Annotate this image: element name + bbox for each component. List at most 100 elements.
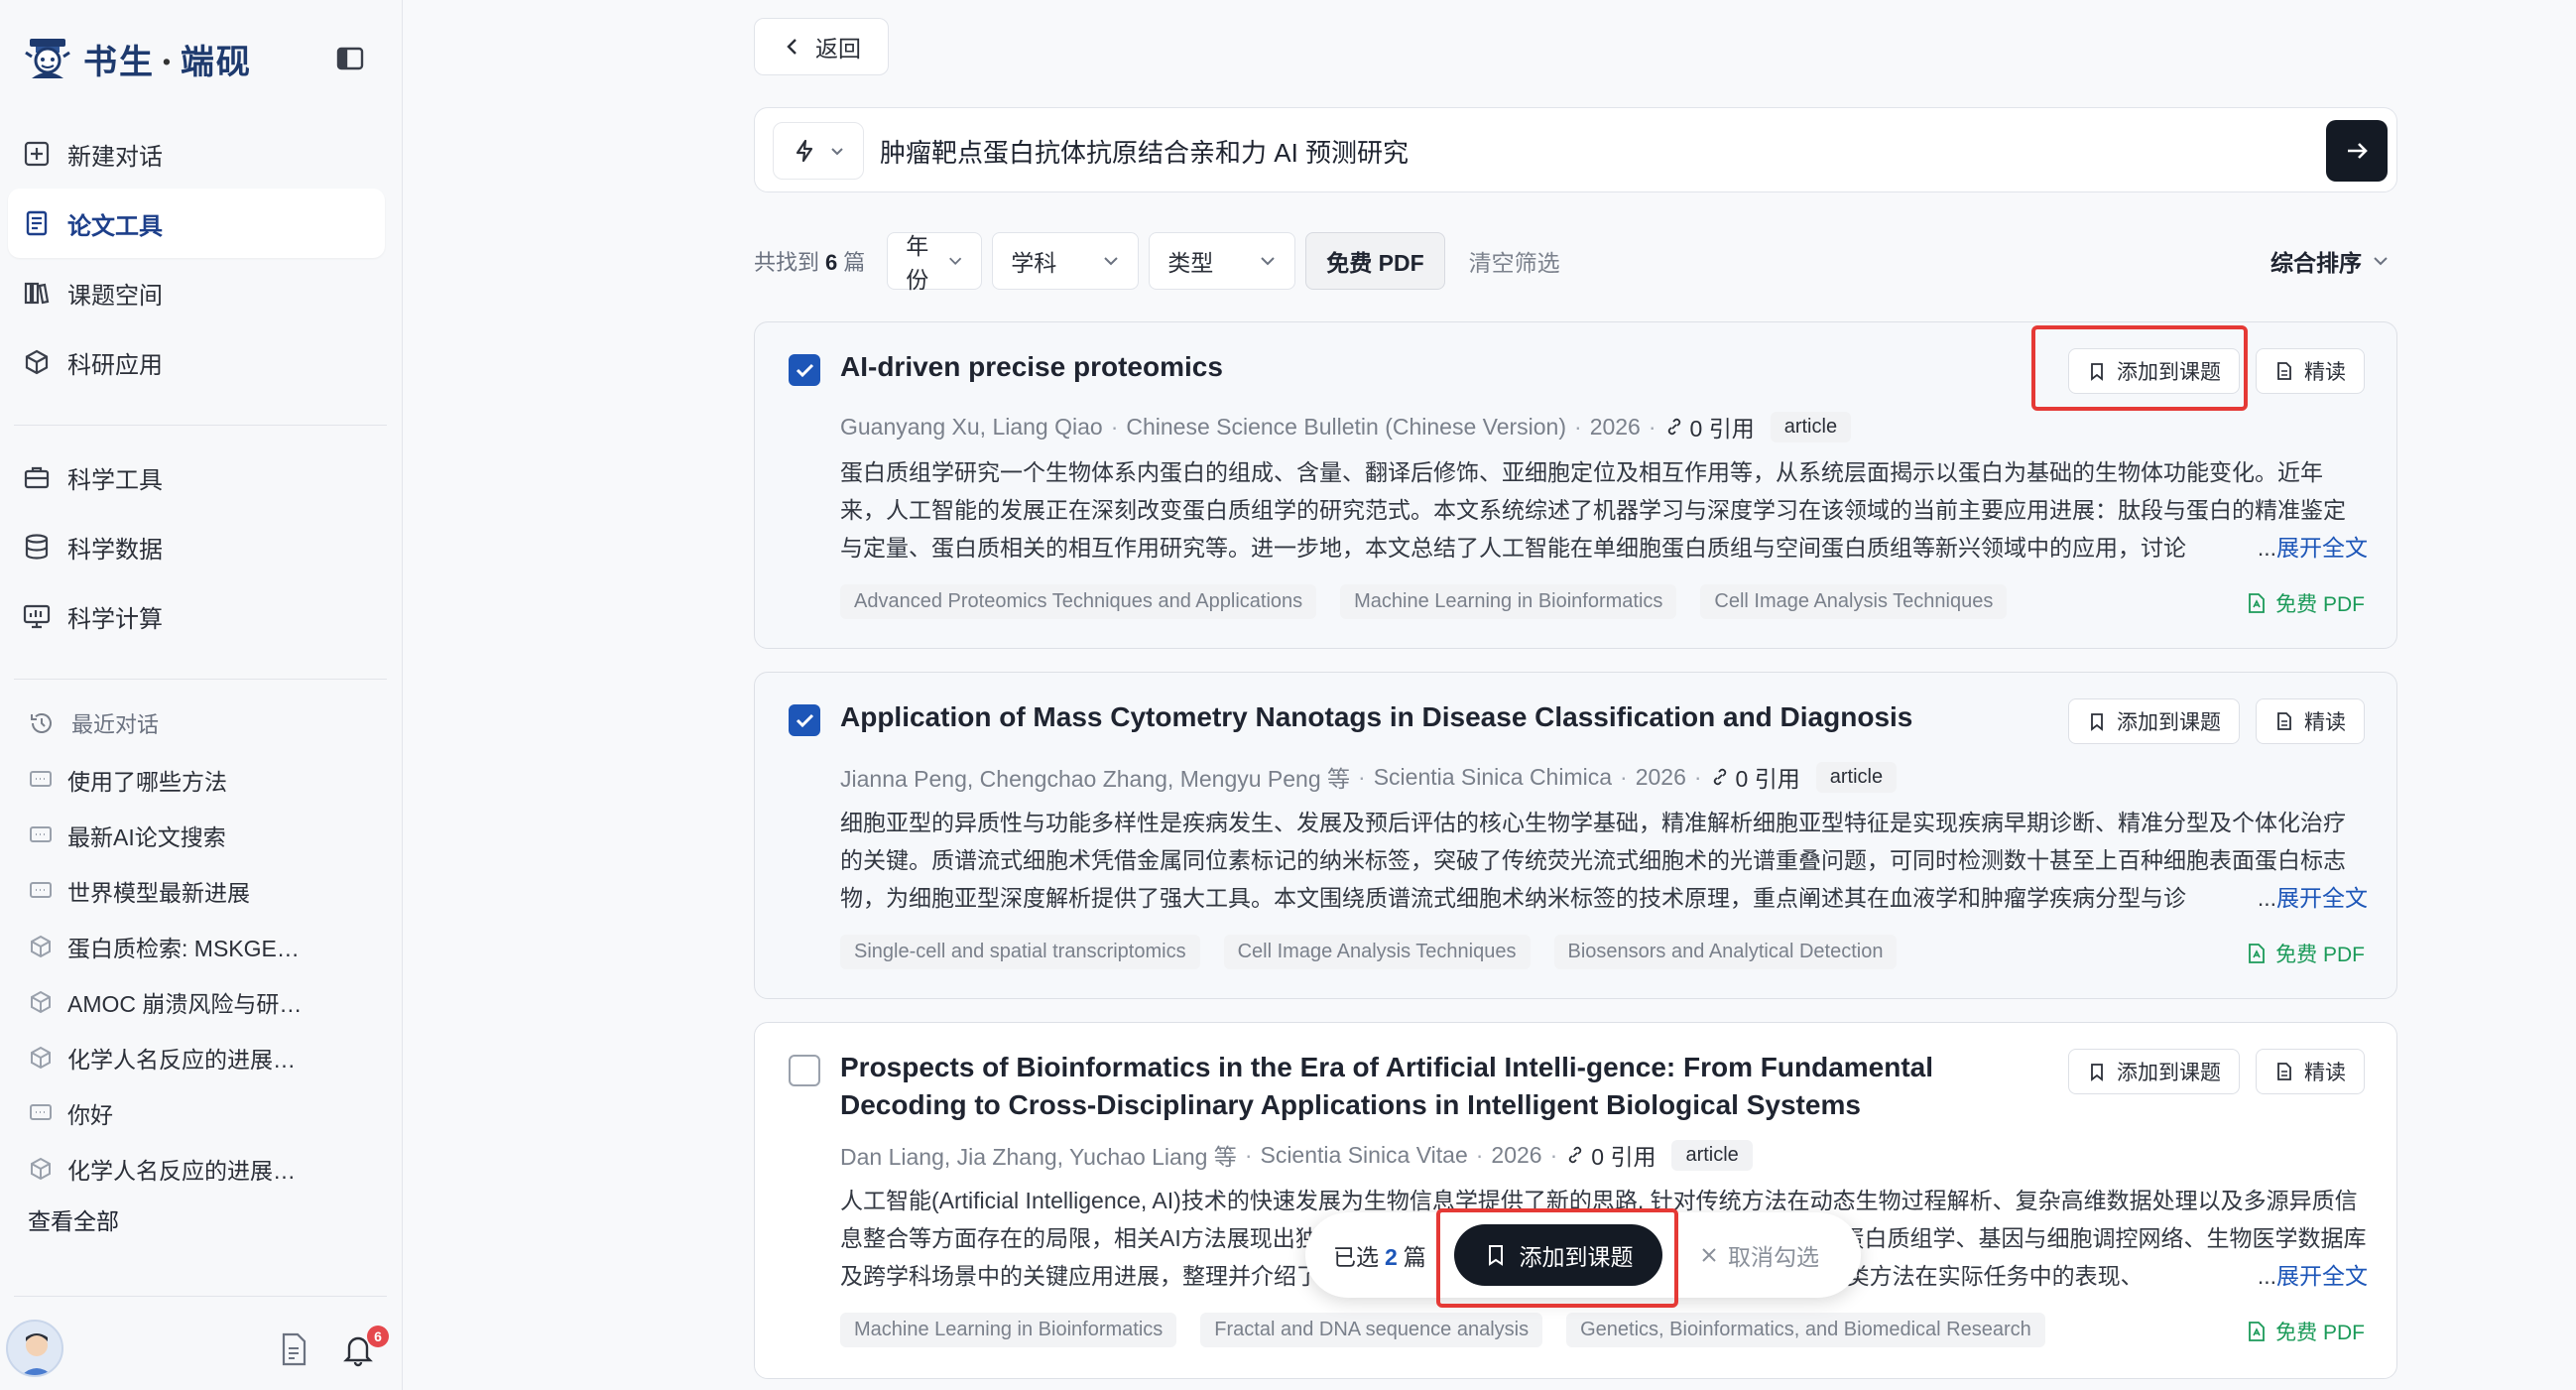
main-nav: 新建对话 论文工具 课题空间 科研应用 xyxy=(8,119,385,397)
close-read-label: 精读 xyxy=(2304,1062,2346,1084)
topic-tag[interactable]: Machine Learning in Bioinformatics xyxy=(840,1313,1177,1347)
cancel-selection-label: 取消勾选 xyxy=(1728,1244,1819,1270)
add-to-topic-button[interactable]: 添加到课题 xyxy=(2068,698,2240,744)
back-button[interactable]: 返回 xyxy=(754,18,889,75)
topic-tag[interactable]: Cell Image Analysis Techniques xyxy=(1700,584,2008,619)
expand-abstract-link[interactable]: ...展开全文 xyxy=(2251,1257,2368,1295)
chevron-down-icon xyxy=(949,257,962,266)
file-text-icon xyxy=(2277,362,2291,380)
sidebar-divider xyxy=(14,1296,387,1297)
sort-select[interactable]: 综合排序 xyxy=(2270,244,2390,278)
topic-tag[interactable]: Biosensors and Analytical Detection xyxy=(1553,935,1898,969)
recent-chat-label: 你好 xyxy=(67,1102,113,1128)
recent-chat-label: 世界模型最新进展 xyxy=(67,880,250,906)
science-nav: 科学工具 科学数据 科学计算 xyxy=(8,442,385,651)
topic-tag[interactable]: Single-cell and spatial transcriptomics xyxy=(840,935,1200,969)
paper-tags: Advanced Proteomics Techniques and Appli… xyxy=(840,584,2030,619)
nav-paper-tools[interactable]: 论文工具 xyxy=(8,189,385,258)
paper-year: 2026 xyxy=(1589,413,1641,440)
nav-label: 科学工具 xyxy=(67,466,163,494)
expand-abstract-link[interactable]: ...展开全文 xyxy=(2251,879,2368,917)
recent-chats-list: 使用了哪些方法 最新AI论文搜索 世界模型最新进展 蛋白质检索: MSKGE… … xyxy=(28,752,375,1197)
close-read-button[interactable]: 精读 xyxy=(2256,1049,2365,1094)
paper-title[interactable]: Application of Mass Cytometry Nanotags i… xyxy=(840,698,2030,736)
search-input[interactable] xyxy=(880,122,2249,180)
paper-abstract: 蛋白质组学研究一个生物体系内蛋白的组成、含量、翻译后修饰、亚细胞定位及相互作用等… xyxy=(840,453,2368,567)
paper-checkbox[interactable] xyxy=(789,1055,820,1086)
expand-abstract-link[interactable]: ...展开全文 xyxy=(2251,529,2368,567)
recent-chat-item[interactable]: AMOC 崩溃风险与研… xyxy=(28,974,375,1030)
recent-chat-item[interactable]: 最新AI论文搜索 xyxy=(28,808,375,863)
recent-chat-item[interactable]: 你好 xyxy=(28,1085,375,1141)
view-all-link[interactable]: 查看全部 xyxy=(28,1202,119,1236)
paper-checkbox[interactable] xyxy=(789,354,820,386)
topic-tag[interactable]: Genetics, Bioinformatics, and Biomedical… xyxy=(1566,1313,2045,1347)
close-read-button[interactable]: 精读 xyxy=(2256,698,2365,744)
paper-journal[interactable]: Chinese Science Bulletin (Chinese Versio… xyxy=(1126,414,1566,441)
topic-tag[interactable]: Advanced Proteomics Techniques and Appli… xyxy=(840,584,1317,619)
database-icon xyxy=(25,534,49,560)
paper-journal[interactable]: Scientia Sinica Vitae xyxy=(1260,1142,1467,1169)
file-text-icon xyxy=(2277,712,2291,730)
paper-card: Prospects of Bioinformatics in the Era o… xyxy=(754,1022,2397,1379)
recent-chat-item[interactable]: 蛋白质检索: MSKGE… xyxy=(28,919,375,974)
nav-science-compute[interactable]: 科学计算 xyxy=(8,581,385,651)
arrow-right-icon xyxy=(2348,143,2368,159)
nav-science-tools[interactable]: 科学工具 xyxy=(8,442,385,512)
type-filter[interactable]: 类型 xyxy=(1149,232,1296,290)
toolbox-icon xyxy=(24,466,50,489)
recent-chat-item[interactable]: 化学人名反应的进展… xyxy=(28,1030,375,1085)
topic-tag[interactable]: Cell Image Analysis Techniques xyxy=(1223,935,1531,969)
topic-tag[interactable]: Fractal and DNA sequence analysis xyxy=(1200,1313,1543,1347)
subject-filter[interactable]: 学科 xyxy=(992,232,1140,290)
bookmark-icon xyxy=(2091,1064,2103,1081)
year-filter[interactable]: 年份 xyxy=(887,232,983,293)
books-icon xyxy=(24,282,50,305)
nav-topic-space[interactable]: 课题空间 xyxy=(8,258,385,327)
checkmark-icon xyxy=(796,363,814,378)
sort-label: 综合排序 xyxy=(2270,250,2362,276)
nav-research-apps[interactable]: 科研应用 xyxy=(8,327,385,397)
chat-icon xyxy=(30,826,52,842)
paper-meta: Dan Liang, Jia Zhang, Yuchao Liang 等 · Sc… xyxy=(840,1138,1753,1172)
document-icon[interactable] xyxy=(278,1331,309,1367)
add-to-topic-label: 添加到课题 xyxy=(2117,1062,2221,1084)
card-actions: 添加到课题 精读 xyxy=(2052,1049,2365,1094)
nav-label: 论文工具 xyxy=(67,212,163,240)
send-button[interactable] xyxy=(2326,120,2388,182)
close-read-button[interactable]: 精读 xyxy=(2256,348,2365,394)
free-pdf-filter[interactable]: 免费 PDF xyxy=(1305,232,1445,290)
search-bar xyxy=(754,107,2397,192)
add-to-topic-button[interactable]: 添加到课题 xyxy=(2068,1049,2240,1094)
recent-chat-item[interactable]: 世界模型最新进展 xyxy=(28,863,375,919)
nav-new-chat[interactable]: 新建对话 xyxy=(8,119,385,189)
search-mode-select[interactable] xyxy=(773,122,864,180)
paper-title[interactable]: AI-driven precise proteomics xyxy=(840,348,2030,386)
sidebar-toggle-icon[interactable] xyxy=(333,42,367,75)
clear-filters-link[interactable]: 清空筛选 xyxy=(1469,244,1560,278)
cube-icon xyxy=(31,1046,51,1070)
brand-logo[interactable]: 书生 · 端砚 xyxy=(22,30,252,87)
annotation-highlight xyxy=(2031,325,2248,411)
recent-chat-item[interactable]: 使用了哪些方法 xyxy=(28,752,375,808)
paper-title[interactable]: Prospects of Bioinformatics in the Era o… xyxy=(840,1049,2040,1124)
type-filter-label: 类型 xyxy=(1167,250,1214,276)
recent-chat-item[interactable]: 化学人名反应的进展… xyxy=(28,1141,375,1197)
recent-title: 最近对话 xyxy=(71,712,160,737)
paper-checkbox[interactable] xyxy=(789,704,820,736)
close-read-label: 精读 xyxy=(2304,711,2346,734)
close-icon xyxy=(1702,1248,1716,1262)
topic-tag[interactable]: Machine Learning in Bioinformatics xyxy=(1340,584,1677,619)
paper-year: 2026 xyxy=(1635,763,1686,790)
paper-abstract: 细胞亚型的异质性与功能多样性是疾病发生、发展及预后评估的核心生物学基础，精准解析… xyxy=(840,804,2368,917)
free-pdf-link[interactable]: 免费 PDF xyxy=(2246,1317,2365,1346)
nav-label: 科学计算 xyxy=(67,605,163,633)
chevron-down-icon xyxy=(1261,257,1275,266)
free-pdf-label: 免费 PDF xyxy=(2275,944,2365,966)
user-avatar[interactable] xyxy=(6,1320,63,1377)
paper-journal[interactable]: Scientia Sinica Chimica xyxy=(1374,764,1612,791)
free-pdf-link[interactable]: 免费 PDF xyxy=(2246,588,2365,618)
nav-science-data[interactable]: 科学数据 xyxy=(8,512,385,581)
cancel-selection-button[interactable]: 取消勾选 xyxy=(1698,1238,1819,1272)
free-pdf-link[interactable]: 免费 PDF xyxy=(2246,939,2365,968)
